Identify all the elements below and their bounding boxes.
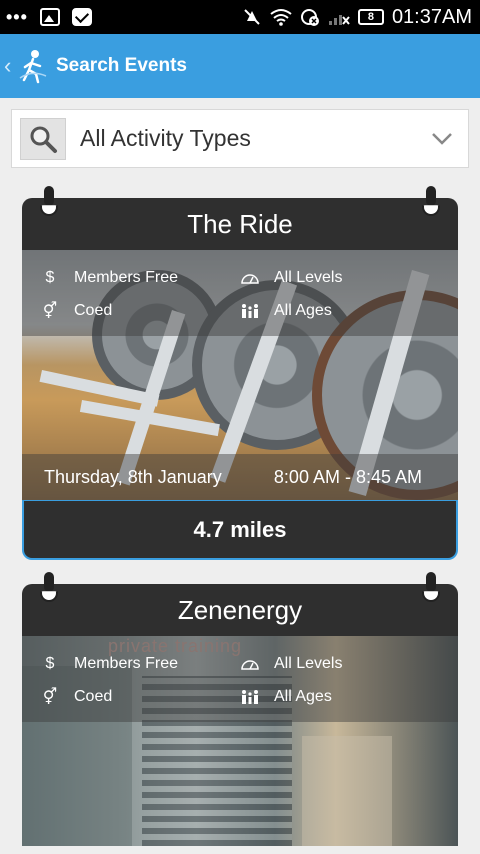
binder-ring-icon [40, 572, 58, 606]
event-time: 8:00 AM - 8:45 AM [273, 467, 422, 487]
binder-ring-icon [422, 186, 440, 220]
event-info-panel: $ Members Free All Levels ⚥ Coed All Age… [22, 250, 458, 336]
dollar-icon: $ [45, 655, 55, 672]
page-title: Search Events [56, 55, 187, 76]
signal-icon [328, 15, 350, 25]
event-image: $ Members Free All Levels ⚥ Coed All Age… [22, 250, 458, 500]
wifi-icon [270, 9, 292, 26]
app-logo-icon[interactable] [18, 48, 48, 84]
family-icon [238, 303, 262, 319]
mail-icon [71, 8, 92, 26]
event-title: The Ride [22, 198, 458, 250]
status-bar: ••• 8 01:37AM [0, 0, 480, 34]
binder-ring-icon [422, 572, 440, 606]
event-price: Members Free [74, 655, 179, 672]
app-bar: ‹ Search Events [0, 34, 480, 98]
family-icon [238, 689, 262, 705]
event-level: All Levels [274, 655, 343, 672]
binder-ring-icon [40, 186, 58, 220]
back-chevron-icon[interactable]: ‹ [4, 53, 16, 79]
event-distance: 4.7 miles [22, 500, 458, 560]
overflow-dots-icon: ••• [6, 6, 28, 27]
clock: 01:37AM [391, 5, 472, 28]
gauge-icon [238, 657, 262, 671]
mute-icon [244, 9, 260, 25]
gauge-icon [238, 271, 262, 285]
sync-icon [300, 9, 319, 26]
battery-icon: 8 [357, 9, 384, 25]
search-icon [20, 117, 66, 160]
event-gender: Coed [74, 302, 113, 319]
event-price: Members Free [74, 269, 179, 286]
event-ages: All Ages [274, 688, 332, 705]
event-title: Zenenergy [22, 584, 458, 636]
event-gender: Coed [74, 688, 113, 705]
activity-type-selected: All Activity Types [80, 125, 251, 151]
activity-type-dropdown[interactable]: All Activity Types [11, 109, 469, 168]
chevron-down-icon [428, 125, 456, 153]
event-date: Thursday, 8th January [44, 467, 222, 487]
event-image: private training $ Members Free All Leve… [22, 636, 458, 846]
event-card[interactable]: The Ride $ Members Free All Levels ⚥ Coe… [22, 186, 458, 560]
event-level: All Levels [274, 269, 343, 286]
event-info-panel: $ Members Free All Levels ⚥ Coed All Age… [22, 636, 458, 722]
gender-icon: ⚥ [42, 689, 58, 706]
dollar-icon: $ [45, 269, 55, 286]
image-icon [39, 8, 60, 26]
event-card[interactable]: Zenenergy private training $ Members Fre… [22, 572, 458, 846]
event-schedule: Thursday, 8th January 8:00 AM - 8:45 AM [22, 454, 458, 500]
gender-icon: ⚥ [42, 303, 58, 320]
event-ages: All Ages [274, 302, 332, 319]
